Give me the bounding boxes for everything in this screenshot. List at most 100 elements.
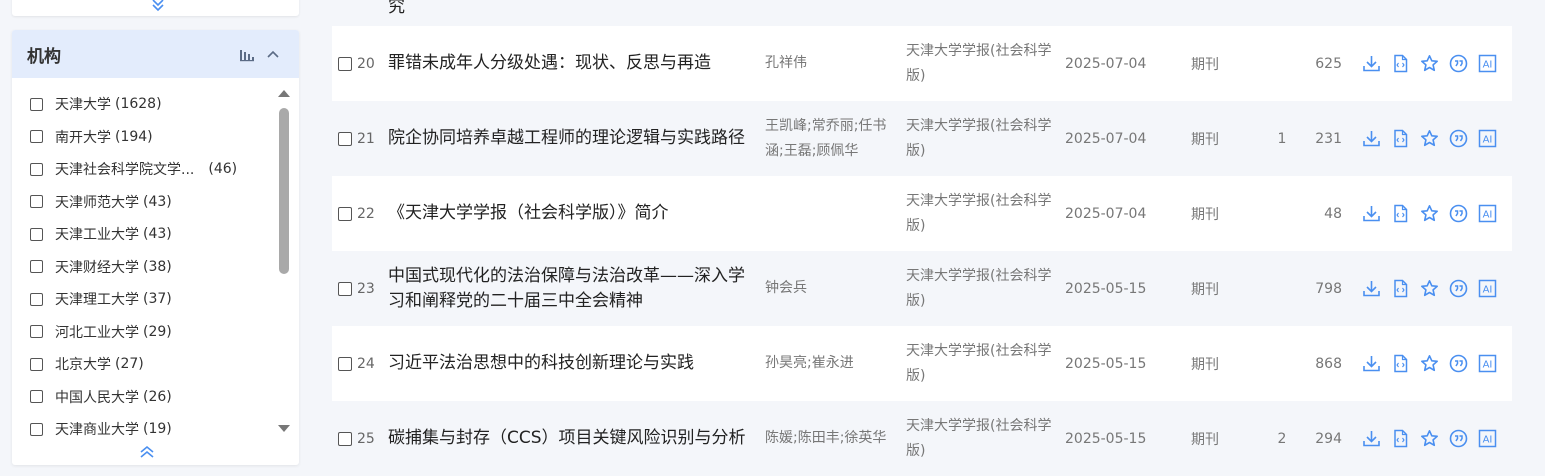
quote-icon[interactable] (1449, 129, 1468, 148)
database-type: 期刊 (1191, 206, 1219, 223)
row-checkbox[interactable] (338, 281, 352, 296)
article-authors[interactable]: 王凯峰;常乔丽;任书涵;王磊;顾佩华 (765, 114, 897, 164)
facet-item-checkbox[interactable] (30, 130, 43, 144)
publish-date: 2025-05-15 (1065, 355, 1147, 372)
facet-item-checkbox[interactable] (30, 97, 43, 111)
facet-item-checkbox[interactable] (30, 195, 43, 209)
article-authors[interactable]: 钟会兵 (765, 276, 897, 301)
html-read-icon[interactable] (1391, 54, 1410, 73)
facet-item[interactable]: 天津师范大学 (43) (12, 186, 272, 219)
facet-item-checkbox[interactable] (30, 227, 43, 241)
download-icon[interactable] (1362, 54, 1381, 73)
facet-item[interactable]: 天津社会科学院文学... (46) (12, 153, 272, 186)
html-read-icon[interactable] (1391, 429, 1410, 448)
row-checkbox[interactable] (338, 131, 352, 146)
quote-icon[interactable] (1449, 279, 1468, 298)
previous-title-fragment[interactable]: 究 (388, 0, 405, 17)
article-source[interactable]: 天津大学学报(社会科学版) (906, 264, 1054, 314)
download-icon[interactable] (1362, 204, 1381, 223)
article-authors[interactable]: 孔祥伟 (765, 51, 897, 76)
facet-item[interactable]: 天津理工大学 (37) (12, 283, 272, 316)
row-checkbox[interactable] (338, 431, 352, 446)
download-icon[interactable] (1362, 129, 1381, 148)
facet-item-name[interactable]: 天津大学 (55, 94, 111, 114)
article-title-link[interactable]: 院企协同培养卓越工程师的理论逻辑与实践路径 (388, 126, 758, 151)
facet-item[interactable]: 天津财经大学 (38) (12, 251, 272, 284)
ai-icon[interactable]: AI (1478, 54, 1497, 73)
article-source[interactable]: 天津大学学报(社会科学版) (906, 39, 1054, 89)
facet-item-checkbox[interactable] (30, 357, 43, 371)
ai-icon[interactable]: AI (1478, 204, 1497, 223)
results-table: 究 20 罪错未成年人分级处遇：现状、反思与再造 孔祥伟 天津大学学报(社会科学版) 2… (332, 0, 1512, 476)
facet-header[interactable]: 机构 (12, 30, 299, 78)
facet-item-checkbox[interactable] (30, 292, 43, 306)
article-title-link[interactable]: 中国式现代化的法治保障与法治改革——深入学习和阐释党的二十届三中全会精神 (388, 264, 758, 314)
favorite-star-icon[interactable] (1420, 204, 1439, 223)
html-read-icon[interactable] (1391, 204, 1410, 223)
download-icon[interactable] (1362, 429, 1381, 448)
scroll-up-arrow-icon[interactable] (278, 88, 290, 98)
article-title-link[interactable]: 罪错未成年人分级处遇：现状、反思与再造 (388, 51, 758, 76)
favorite-star-icon[interactable] (1420, 279, 1439, 298)
article-source[interactable]: 天津大学学报(社会科学版) (906, 189, 1054, 239)
facet-item-checkbox[interactable] (30, 422, 43, 436)
favorite-star-icon[interactable] (1420, 429, 1439, 448)
facet-item-checkbox[interactable] (30, 390, 43, 404)
article-source[interactable]: 天津大学学报(社会科学版) (906, 414, 1054, 464)
ai-icon[interactable]: AI (1478, 429, 1497, 448)
bar-chart-icon[interactable] (240, 49, 254, 62)
article-authors[interactable]: 孙昊亮;崔永进 (765, 351, 897, 376)
article-title-link[interactable]: 《天津大学学报（社会科学版）》简介 (388, 201, 758, 226)
facet-item-name[interactable]: 天津商业大学 (55, 419, 139, 439)
facet-item-name[interactable]: 天津理工大学 (55, 289, 139, 309)
facet-item[interactable]: 中国人民大学 (26) (12, 381, 272, 414)
facet-item[interactable]: 天津大学 (1628) (12, 88, 272, 121)
html-read-icon[interactable] (1391, 279, 1410, 298)
ai-icon[interactable]: AI (1478, 354, 1497, 373)
article-authors[interactable]: 陈媛;陈田丰;徐英华 (765, 426, 897, 451)
facet-item-checkbox[interactable] (30, 162, 43, 176)
row-checkbox[interactable] (338, 206, 352, 221)
facet-item-name[interactable]: 南开大学 (55, 127, 111, 147)
facet-item-name[interactable]: 天津师范大学 (55, 192, 139, 212)
facet-item[interactable]: 天津商业大学 (19) (12, 413, 272, 446)
html-read-icon[interactable] (1391, 129, 1410, 148)
row-checkbox[interactable] (338, 56, 352, 71)
favorite-star-icon[interactable] (1420, 129, 1439, 148)
quote-icon[interactable] (1449, 54, 1468, 73)
quote-icon[interactable] (1449, 204, 1468, 223)
article-source[interactable]: 天津大学学报(社会科学版) (906, 114, 1054, 164)
article-title-link[interactable]: 习近平法治思想中的科技创新理论与实践 (388, 351, 758, 376)
facet-item[interactable]: 南开大学 (194) (12, 121, 272, 154)
quote-icon[interactable] (1449, 354, 1468, 373)
table-row: 21 院企协同培养卓越工程师的理论逻辑与实践路径 王凯峰;常乔丽;任书涵;王磊;顾佩… (332, 101, 1512, 176)
facet-item-name[interactable]: 天津社会科学院文学... (55, 159, 194, 179)
collapse-double-chevron-up-icon[interactable] (139, 445, 155, 459)
facet-item-name[interactable]: 天津工业大学 (55, 224, 139, 244)
facet-item-checkbox[interactable] (30, 325, 43, 339)
facet-item-name[interactable]: 天津财经大学 (55, 257, 139, 277)
article-title-link[interactable]: 碳捕集与封存（CCS）项目关键风险识别与分析 (388, 426, 758, 451)
facet-item-name[interactable]: 北京大学 (55, 354, 111, 374)
article-source[interactable]: 天津大学学报(社会科学版) (906, 339, 1054, 389)
download-icon[interactable] (1362, 279, 1381, 298)
facet-item[interactable]: 河北工业大学 (29) (12, 316, 272, 349)
ai-icon[interactable]: AI (1478, 129, 1497, 148)
expand-double-chevron-icon[interactable] (151, 0, 165, 13)
collapse-chevron-up-icon[interactable] (267, 49, 279, 59)
row-checkbox[interactable] (338, 356, 352, 371)
favorite-star-icon[interactable] (1420, 54, 1439, 73)
favorite-star-icon[interactable] (1420, 354, 1439, 373)
html-read-icon[interactable] (1391, 354, 1410, 373)
scroll-down-arrow-icon[interactable] (278, 424, 290, 434)
facet-item[interactable]: 北京大学 (27) (12, 348, 272, 381)
facet-item-count: (43) (143, 193, 172, 210)
facet-item[interactable]: 天津工业大学 (43) (12, 218, 272, 251)
facet-item-name[interactable]: 河北工业大学 (55, 322, 139, 342)
ai-icon[interactable]: AI (1478, 279, 1497, 298)
facet-item-checkbox[interactable] (30, 260, 43, 274)
facet-item-name[interactable]: 中国人民大学 (55, 387, 139, 407)
scrollbar-thumb[interactable] (279, 108, 289, 274)
quote-icon[interactable] (1449, 429, 1468, 448)
download-icon[interactable] (1362, 354, 1381, 373)
